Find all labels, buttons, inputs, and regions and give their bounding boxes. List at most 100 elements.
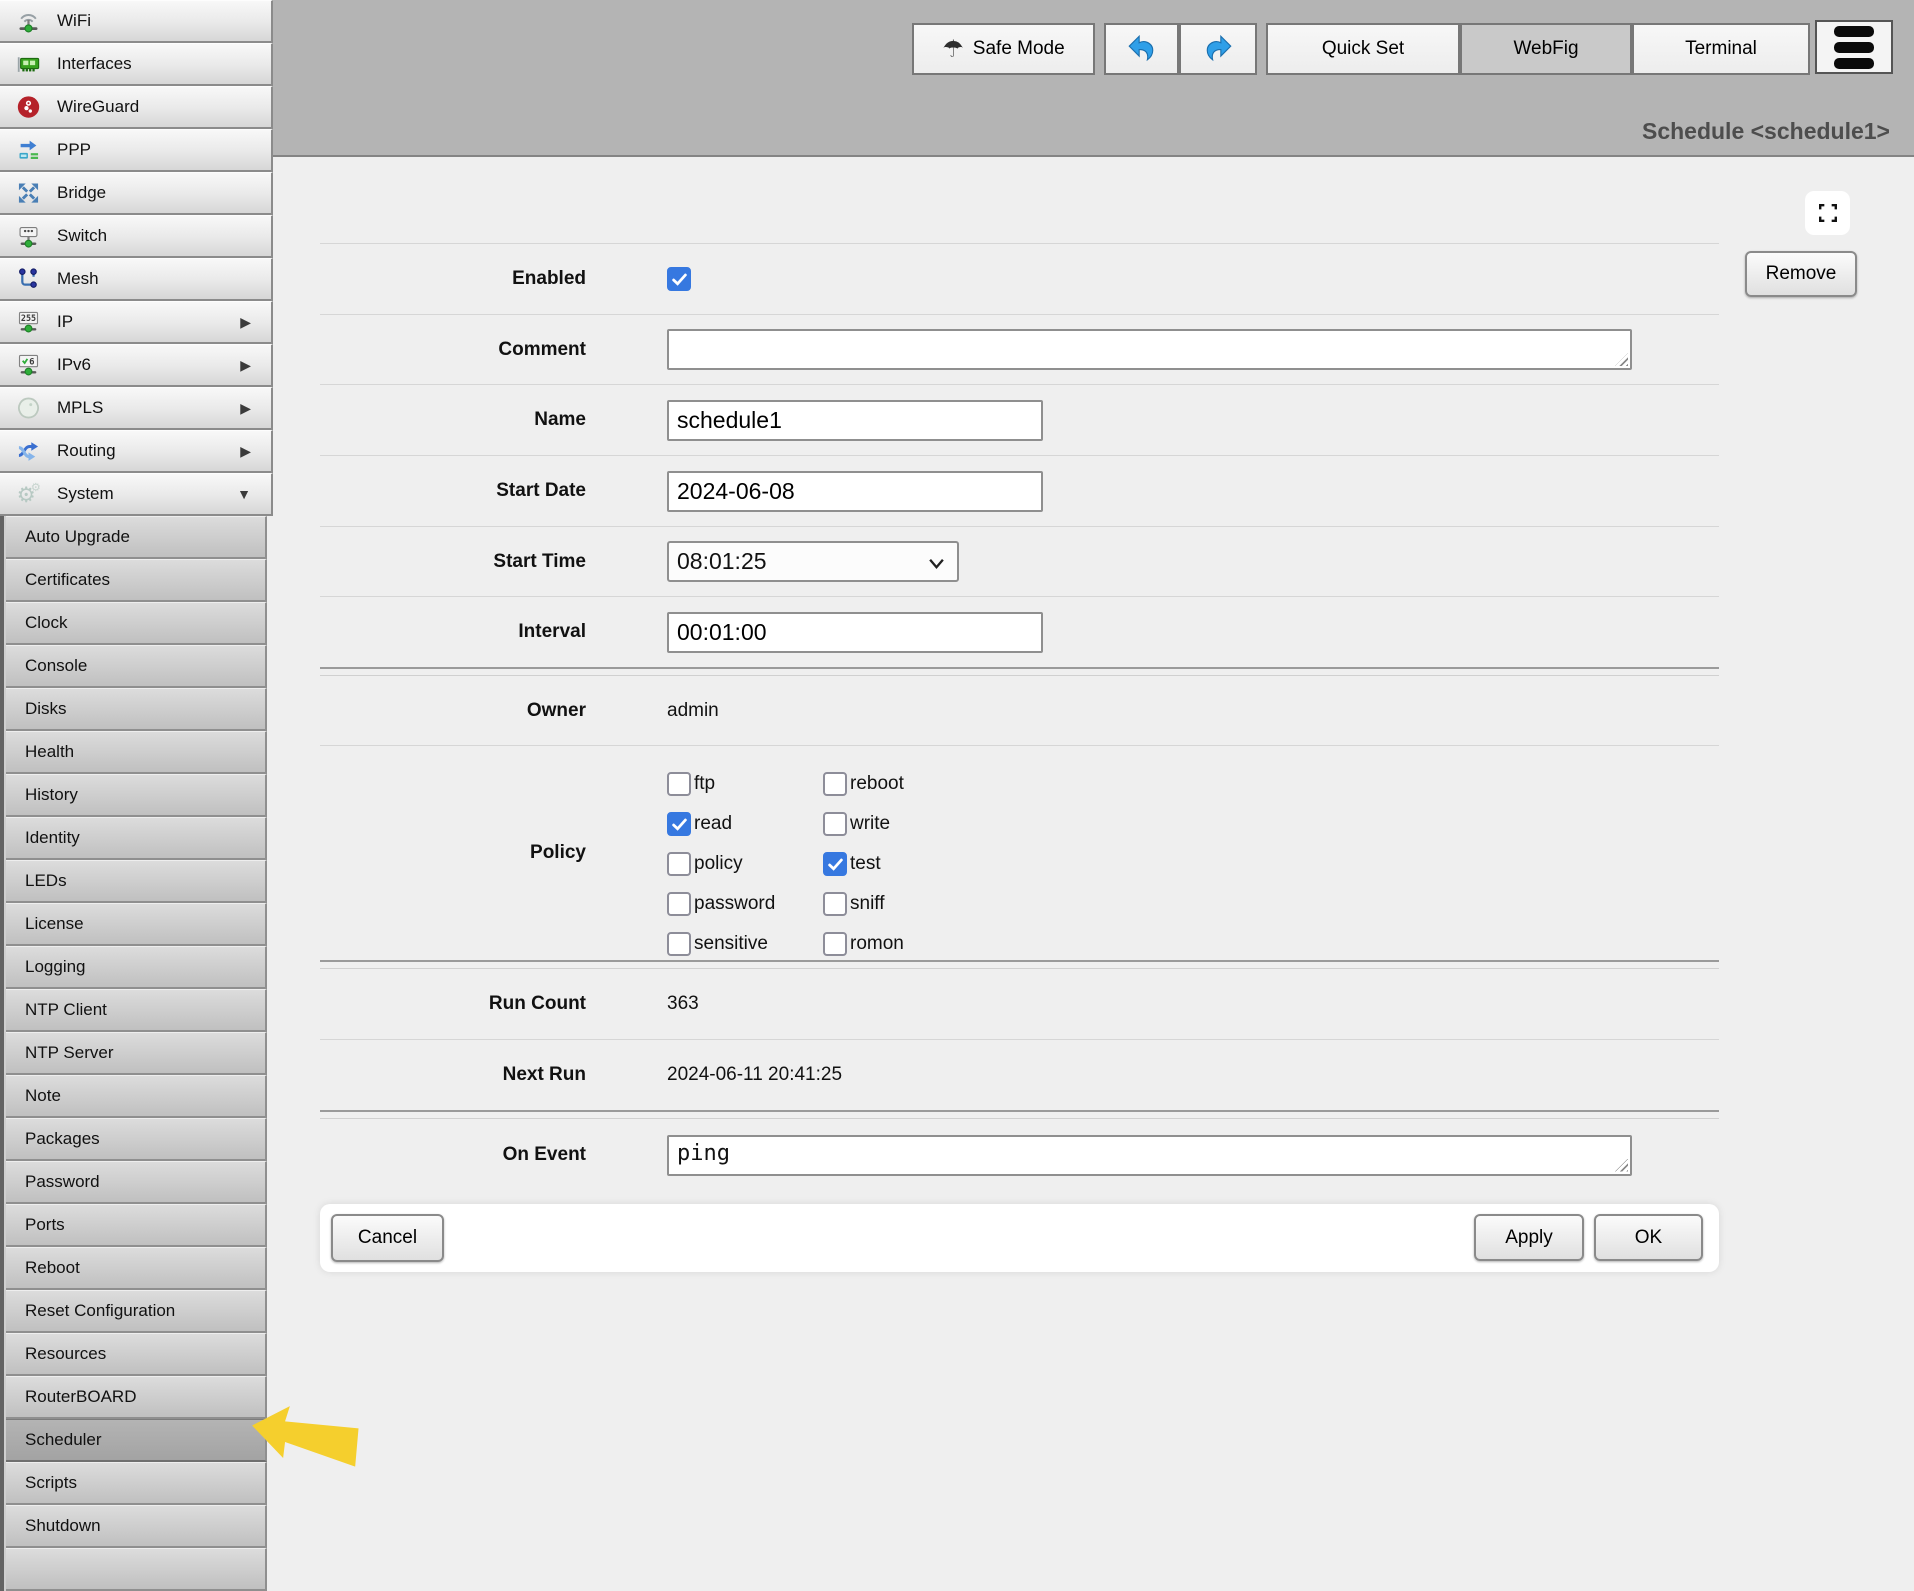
sidebar-item-clock[interactable]: Clock xyxy=(6,602,267,645)
sidebar-item-password[interactable]: Password xyxy=(6,1161,267,1204)
sidebar-item-bridge[interactable]: Bridge xyxy=(0,172,273,215)
sidebar-item-reset-configuration[interactable]: Reset Configuration xyxy=(6,1290,267,1333)
enabled-checkbox[interactable] xyxy=(667,267,691,291)
sidebar-item-ip[interactable]: 255 IP ▶ xyxy=(0,301,273,344)
sidebar-item-resources[interactable]: Resources xyxy=(6,1333,267,1376)
interval-input[interactable] xyxy=(667,612,1043,653)
safe-mode-label: Safe Mode xyxy=(973,38,1065,60)
sidebar-item-label: Mesh xyxy=(57,269,99,289)
policy-write-label: write xyxy=(850,813,890,835)
form-row-comment: Comment xyxy=(320,314,1719,384)
expand-right-icon: ▶ xyxy=(240,443,251,460)
policy-checkbox-policy[interactable] xyxy=(667,852,691,876)
start-time-select[interactable]: 08:01:25 xyxy=(667,541,959,582)
mpls-icon xyxy=(15,395,42,422)
on-event-textarea[interactable]: ping xyxy=(667,1135,1632,1176)
owner-value: admin xyxy=(667,700,719,722)
policy-romon-label: romon xyxy=(850,933,904,955)
system-icon: ⚙⚙ xyxy=(15,481,42,508)
policy-ftp-label: ftp xyxy=(694,773,715,795)
sidebar: WiFi Interfaces WireGuard PPP Bridge Swi… xyxy=(0,0,273,1591)
hamburger-menu-button[interactable] xyxy=(1815,20,1893,74)
chevron-down-icon xyxy=(928,557,945,570)
svg-text:⚙: ⚙ xyxy=(31,481,41,494)
ppp-icon xyxy=(15,137,42,164)
sidebar-item-interfaces[interactable]: Interfaces xyxy=(0,43,273,86)
sidebar-item-identity[interactable]: Identity xyxy=(6,817,267,860)
on-event-label: On Event xyxy=(320,1144,586,1166)
sidebar-item-scheduler[interactable]: Scheduler xyxy=(6,1419,267,1462)
sidebar-item-mpls[interactable]: MPLS ▶ xyxy=(0,387,273,430)
sidebar-item-shutdown[interactable]: Shutdown xyxy=(6,1505,267,1548)
policy-checkbox-write[interactable] xyxy=(823,812,847,836)
sidebar-item-label: Routing xyxy=(57,441,116,461)
hamburger-icon xyxy=(1834,26,1874,37)
form-row-name: Name xyxy=(320,384,1719,455)
sidebar-item-leds[interactable]: LEDs xyxy=(6,860,267,903)
tab-webfig[interactable]: WebFig xyxy=(1460,23,1632,75)
sidebar-item-auto-upgrade[interactable]: Auto Upgrade xyxy=(6,516,267,559)
policy-checkbox-romon[interactable] xyxy=(823,932,847,956)
form-row-on-event: On Event ping xyxy=(320,1119,1719,1191)
policy-checkbox-read[interactable] xyxy=(667,812,691,836)
sidebar-item-ntp-client[interactable]: NTP Client xyxy=(6,989,267,1032)
sidebar-item-reboot[interactable]: Reboot xyxy=(6,1247,267,1290)
policy-checkbox-password[interactable] xyxy=(667,892,691,916)
policy-checkbox-ftp[interactable] xyxy=(667,772,691,796)
cancel-button[interactable]: Cancel xyxy=(331,1214,444,1262)
mesh-icon xyxy=(15,266,42,293)
apply-button[interactable]: Apply xyxy=(1474,1214,1584,1261)
run-count-label: Run Count xyxy=(320,993,586,1015)
webfig-label: WebFig xyxy=(1513,38,1578,60)
remove-button[interactable]: Remove xyxy=(1745,251,1857,297)
sidebar-item-history[interactable]: History xyxy=(6,774,267,817)
sidebar-item-ports[interactable]: Ports xyxy=(6,1204,267,1247)
sidebar-item-disks[interactable]: Disks xyxy=(6,688,267,731)
umbrella-icon: ☂ xyxy=(942,37,964,61)
sidebar-item-scripts[interactable]: Scripts xyxy=(6,1462,267,1505)
fullscreen-button[interactable] xyxy=(1805,191,1850,235)
sidebar-item-mesh[interactable]: Mesh xyxy=(0,258,273,301)
policy-checkbox-reboot[interactable] xyxy=(823,772,847,796)
safe-mode-button[interactable]: ☂ Safe Mode xyxy=(912,23,1095,75)
policy-checkbox-sniff[interactable] xyxy=(823,892,847,916)
sidebar-item-label: System xyxy=(57,484,114,504)
sidebar-item-ipv6[interactable]: 6 IPv6 ▶ xyxy=(0,344,273,387)
sidebar-item-partial[interactable] xyxy=(6,1548,267,1591)
sidebar-item-note[interactable]: Note xyxy=(6,1075,267,1118)
sidebar-item-certificates[interactable]: Certificates xyxy=(6,559,267,602)
start-date-input[interactable] xyxy=(667,471,1043,512)
sidebar-item-label: IPv6 xyxy=(57,355,91,375)
sidebar-item-health[interactable]: Health xyxy=(6,731,267,774)
policy-sensitive-label: sensitive xyxy=(694,933,768,955)
sidebar-item-system[interactable]: ⚙⚙ System ▼ xyxy=(0,473,273,516)
section-separator xyxy=(320,1110,1719,1119)
sidebar-item-routing[interactable]: Routing ▶ xyxy=(0,430,273,473)
sidebar-item-wireguard[interactable]: WireGuard xyxy=(0,86,273,129)
policy-checkbox-test[interactable] xyxy=(823,852,847,876)
sidebar-item-packages[interactable]: Packages xyxy=(6,1118,267,1161)
sidebar-item-ppp[interactable]: PPP xyxy=(0,129,273,172)
undo-button[interactable] xyxy=(1104,23,1179,75)
interfaces-icon xyxy=(15,51,42,78)
expand-right-icon: ▶ xyxy=(240,357,251,374)
name-input[interactable] xyxy=(667,400,1043,441)
sidebar-item-ntp-server[interactable]: NTP Server xyxy=(6,1032,267,1075)
tab-terminal[interactable]: Terminal xyxy=(1632,23,1810,75)
comment-textarea[interactable] xyxy=(667,329,1632,370)
sidebar-item-wifi[interactable]: WiFi xyxy=(0,0,273,43)
ok-button[interactable]: OK xyxy=(1594,1214,1703,1261)
svg-text:255: 255 xyxy=(21,313,36,323)
switch-icon xyxy=(15,223,42,250)
sidebar-item-license[interactable]: License xyxy=(6,903,267,946)
sidebar-item-switch[interactable]: Switch xyxy=(0,215,273,258)
sidebar-item-routerboard[interactable]: RouterBOARD xyxy=(6,1376,267,1419)
bridge-icon xyxy=(15,180,42,207)
sidebar-item-console[interactable]: Console xyxy=(6,645,267,688)
sidebar-item-logging[interactable]: Logging xyxy=(6,946,267,989)
policy-checkbox-sensitive[interactable] xyxy=(667,932,691,956)
check-icon xyxy=(672,818,687,831)
redo-button[interactable] xyxy=(1179,23,1257,75)
ip-icon: 255 xyxy=(15,309,42,336)
tab-quick-set[interactable]: Quick Set xyxy=(1266,23,1460,75)
